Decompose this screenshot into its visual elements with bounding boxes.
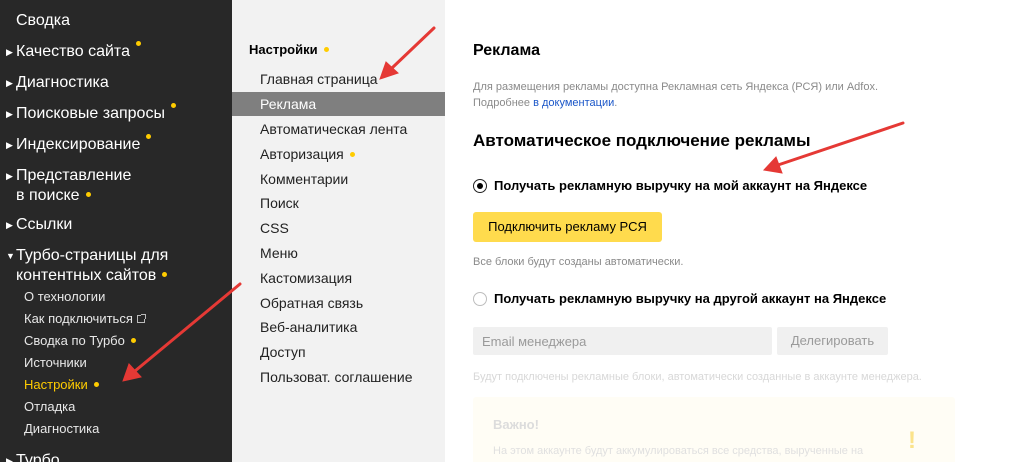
radio-button-unchecked[interactable] [473,291,487,306]
radio-label: Получать рекламную выручку на другой акк… [494,291,887,306]
menu-item-comments[interactable]: Комментарии [232,167,445,191]
notification-dot-icon [170,103,176,108]
important-notice: Важно! На этом аккаунте будут аккумулиро… [473,397,955,462]
notification-dot-icon [85,192,91,198]
sidebar-item-label: Поисковые запросы [16,105,165,122]
sidebar-subitem-diagnostics[interactable]: Диагностика [24,420,99,438]
notification-dot-icon [323,47,329,53]
sidebar-item-label: Ссылки [16,216,73,233]
sidebar-item-turbo-content[interactable]: ▼ Турбо-страницы для контентных сайтов [6,246,168,286]
radio-option-own-account[interactable]: Получать рекламную выручку на мой аккаун… [473,178,867,193]
menu-item-customization[interactable]: Кастомизация [232,266,445,290]
menu-item-advertising[interactable]: Реклама [232,92,445,116]
manager-email-input[interactable] [473,327,772,355]
expand-arrow-icon: ▶ [6,109,13,119]
sidebar-item-label-line1: Турбо-страницы для [16,247,169,264]
main-sidebar: Сводка ▶ Качество сайта ▶ Диагностика ▶ … [0,0,232,462]
expand-arrow-icon: ▶ [6,140,13,150]
sidebar-item-indexing[interactable]: ▶ Индексирование [6,134,152,155]
settings-menu-title-text: Настройки [249,42,318,57]
notification-dot-icon [130,338,136,344]
menu-item-home-page[interactable]: Главная страница [232,67,445,91]
warning-exclamation-icon: ! [908,427,916,454]
page-title: Реклама [473,42,540,59]
radio-label: Получать рекламную выручку на мой аккаун… [494,178,868,193]
sidebar-subitem-how-to-connect[interactable]: Как подключиться [24,310,146,328]
sidebar-subitem-label: Настройки [24,377,88,392]
menu-item-label: Авторизация [260,146,344,162]
sidebar-item-label: Турбо-страницы для контентных сайтов [16,246,168,286]
sidebar-subitem-debugging[interactable]: Отладка [24,398,75,416]
main-content: Реклама Для размещения рекламы доступна … [445,0,1024,462]
settings-menu-title: Настройки [249,42,329,57]
sidebar-item-label: Сводка [16,12,71,29]
sidebar-subitem-turbo-summary[interactable]: Сводка по Турбо [24,332,136,350]
auto-note: Все блоки будут созданы автоматически. [473,256,684,268]
sidebar-item-summary[interactable]: Сводка [16,11,70,31]
menu-item-authorization[interactable]: Авторизация [232,142,445,166]
section-title: Автоматическое подключение рекламы [473,131,811,150]
sidebar-item-search-queries[interactable]: ▶ Поисковые запросы [6,103,176,124]
expand-arrow-icon: ▶ [6,220,13,230]
collapse-arrow-icon: ▼ [6,251,15,261]
sidebar-subitem-about[interactable]: О технологии [24,288,105,306]
external-link-icon [136,314,146,323]
menu-item-access[interactable]: Доступ [232,340,445,364]
description-line1: Для размещения рекламы доступна Рекламна… [473,81,879,93]
expand-arrow-icon: ▶ [6,456,13,462]
sidebar-subitem-label: Сводка по Турбо [24,333,125,348]
sidebar-item-search-appearance[interactable]: ▶ Представление в поиске [6,166,131,206]
menu-item-search[interactable]: Поиск [232,191,445,215]
menu-item-web-analytics[interactable]: Веб-аналитика [232,315,445,339]
notification-dot-icon [349,151,355,157]
sidebar-item-label: Представление в поиске [16,166,131,206]
sidebar-item-label-line1: Представление [16,167,132,184]
menu-item-user-agreement[interactable]: Пользоват. соглашение [232,365,445,389]
documentation-link[interactable]: в документации [533,97,614,109]
notification-dot-icon [162,272,168,278]
notification-dot-icon [146,134,152,139]
expand-arrow-icon: ▶ [6,78,13,88]
sidebar-item-label: Диагностика [16,74,109,91]
sidebar-item-site-quality[interactable]: ▶ Качество сайта [6,41,141,62]
sidebar-item-label: Индексирование [16,136,141,153]
sidebar-subitem-settings[interactable]: Настройки [24,376,99,394]
sidebar-subitem-label: Как подключиться [24,311,133,326]
manager-note: Будут подключены рекламные блоки, автома… [473,371,922,383]
notification-dot-icon [135,41,141,46]
sidebar-item-label-line2: контентных сайтов [16,267,157,284]
sidebar-item-label: Качество сайта [16,43,130,60]
important-title: Важно! [493,417,539,432]
menu-item-auto-feed[interactable]: Автоматическая лента [232,117,445,141]
description-suffix: . [614,97,618,109]
description-text: Для размещения рекламы доступна Рекламна… [473,79,943,111]
sidebar-item-label: Турбо [16,452,60,462]
notification-dot-icon [93,382,99,388]
sidebar-item-links[interactable]: ▶ Ссылки [6,215,72,235]
menu-item-feedback[interactable]: Обратная связь [232,291,445,315]
sidebar-subitem-sources[interactable]: Источники [24,354,87,372]
menu-item-css[interactable]: CSS [232,216,445,240]
expand-arrow-icon: ▶ [6,171,13,181]
settings-menu: Настройки Главная страница Реклама Автом… [232,0,445,462]
description-prefix: Подробнее [473,97,534,109]
expand-arrow-icon: ▶ [6,47,13,57]
radio-option-other-account[interactable]: Получать рекламную выручку на другой акк… [473,291,886,306]
sidebar-item-turbo-partial[interactable]: ▶ Турбо [6,451,60,462]
sidebar-item-diagnostics[interactable]: ▶ Диагностика [6,73,109,93]
connect-rsya-button[interactable]: Подключить рекламу РСЯ [473,212,662,242]
radio-button-checked[interactable] [473,178,487,193]
sidebar-item-label-line2: в поиске [16,187,80,204]
menu-item-menu[interactable]: Меню [232,241,445,265]
delegate-button[interactable]: Делегировать [777,327,888,355]
important-text: На этом аккаунте будут аккумулироваться … [493,445,864,457]
